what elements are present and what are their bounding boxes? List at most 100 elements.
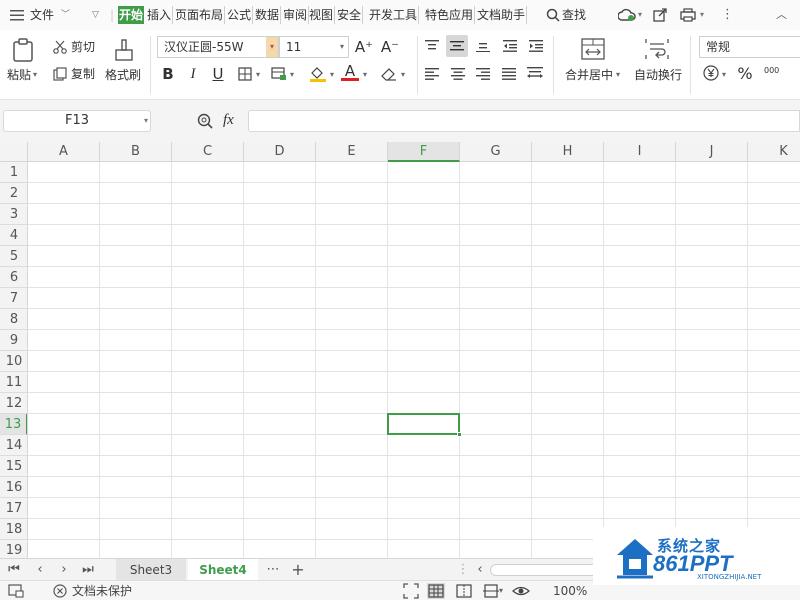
row-header[interactable]: 19 <box>0 540 27 558</box>
eye-protection-icon[interactable] <box>512 584 530 598</box>
tab-2[interactable]: 页面布局 <box>174 6 226 24</box>
cut-button[interactable]: 剪切 <box>71 40 95 54</box>
row-header[interactable]: 14 <box>0 435 27 456</box>
row-header[interactable]: 8 <box>0 309 27 330</box>
align-left-icon[interactable] <box>425 68 439 80</box>
scissors-icon[interactable] <box>53 40 67 54</box>
tab-1[interactable]: 插入 <box>146 6 174 24</box>
name-box[interactable]: F13 ▾ <box>3 110 151 132</box>
tab-9[interactable]: 特色应用 <box>424 6 476 24</box>
row-header[interactable]: 2 <box>0 183 27 204</box>
row-header[interactable]: 13 <box>0 414 27 435</box>
sheet-tab[interactable]: Sheet4 <box>188 559 258 581</box>
paste-button[interactable]: 粘贴 <box>7 68 31 82</box>
tab-4[interactable]: 数据 <box>254 6 282 24</box>
cloud-chevron-icon[interactable]: ▾ <box>638 0 642 30</box>
insert-function-button[interactable]: fx <box>223 113 234 128</box>
font-size-select[interactable]: 11 ▾ <box>279 36 349 58</box>
more-sheets-button[interactable]: ⋯ <box>263 559 283 581</box>
align-right-icon[interactable] <box>476 68 490 80</box>
format-painter-button[interactable]: 格式刷 <box>105 68 141 82</box>
cell-style-chevron-icon[interactable]: ▾ <box>290 68 294 82</box>
wrap-text-button[interactable]: 自动换行 <box>634 68 682 82</box>
column-header[interactable]: C <box>172 142 244 162</box>
tab-6[interactable]: 视图 <box>308 6 336 24</box>
column-header[interactable]: I <box>604 142 676 162</box>
font-color-chevron-icon[interactable]: ▾ <box>363 68 367 82</box>
fullscreen-icon[interactable] <box>403 583 419 599</box>
align-top-icon[interactable] <box>425 40 439 52</box>
formula-input[interactable] <box>248 110 800 132</box>
paste-icon[interactable] <box>12 38 34 62</box>
page-layout-view-icon[interactable] <box>482 583 500 599</box>
justify-icon[interactable] <box>502 68 516 80</box>
row-header[interactable]: 18 <box>0 519 27 540</box>
first-sheet-icon[interactable]: ⏮ <box>4 559 24 581</box>
grow-font-button[interactable]: A⁺ <box>353 36 375 58</box>
fill-color-chevron-icon[interactable]: ▾ <box>330 68 334 82</box>
row-header[interactable]: 16 <box>0 477 27 498</box>
percent-button[interactable]: % <box>734 63 756 85</box>
row-header[interactable]: 17 <box>0 498 27 519</box>
column-header[interactable]: A <box>28 142 100 162</box>
row-header[interactable]: 4 <box>0 225 27 246</box>
column-header[interactable]: J <box>676 142 748 162</box>
column-header[interactable]: D <box>244 142 316 162</box>
tab-0[interactable]: 开始 <box>118 6 145 24</box>
borders-chevron-icon[interactable]: ▾ <box>256 68 260 82</box>
prev-sheet-icon[interactable]: ‹ <box>30 559 50 581</box>
thousands-separator-button[interactable]: 000 <box>764 64 779 78</box>
normal-view-icon[interactable] <box>427 583 445 599</box>
clear-format-icon[interactable] <box>381 67 397 81</box>
column-header[interactable]: E <box>316 142 388 162</box>
row-header[interactable]: 7 <box>0 288 27 309</box>
cloud-sync-icon[interactable] <box>618 8 636 22</box>
row-header[interactable]: 15 <box>0 456 27 477</box>
print-icon[interactable] <box>680 8 696 22</box>
row-header[interactable]: 11 <box>0 372 27 393</box>
merge-center-icon[interactable] <box>581 38 605 60</box>
cell-grid[interactable] <box>28 162 800 558</box>
row-header[interactable]: 3 <box>0 204 27 225</box>
page-break-view-icon[interactable] <box>455 583 473 599</box>
row-header[interactable]: 1 <box>0 162 27 183</box>
font-size-chevron-icon[interactable]: ▾ <box>336 37 348 57</box>
align-middle-icon[interactable] <box>446 35 468 57</box>
tab-5[interactable]: 审阅 <box>282 6 310 24</box>
decrease-indent-icon[interactable] <box>503 40 517 52</box>
search-icon[interactable] <box>546 8 560 22</box>
macro-record-icon[interactable] <box>8 584 24 598</box>
horizontal-scrollbar[interactable] <box>490 564 600 576</box>
tab-8[interactable]: 开发工具 <box>368 6 420 24</box>
font-name-chevron-icon[interactable]: ▾ <box>266 37 278 57</box>
merge-center-chevron-icon[interactable]: ▾ <box>616 68 620 82</box>
row-header[interactable]: 6 <box>0 267 27 288</box>
cell-style-icon[interactable] <box>271 67 287 81</box>
row-header[interactable]: 9 <box>0 330 27 351</box>
paste-chevron-icon[interactable]: ▾ <box>33 68 37 82</box>
currency-chevron-icon[interactable]: ▾ <box>722 68 726 82</box>
tab-10[interactable]: 文档助手 <box>476 6 528 24</box>
tab-7[interactable]: 安全 <box>336 6 364 24</box>
file-menu-chevron-icon[interactable]: ﹀ <box>61 0 70 30</box>
zoom-level[interactable]: 100% <box>553 581 587 600</box>
fill-color-icon[interactable] <box>309 65 327 83</box>
column-header[interactable]: H <box>532 142 604 162</box>
row-header[interactable]: 12 <box>0 393 27 414</box>
sheet-tab[interactable]: Sheet3 <box>116 559 186 581</box>
row-header[interactable]: 5 <box>0 246 27 267</box>
align-bottom-icon[interactable] <box>476 40 490 52</box>
bold-button[interactable]: B <box>157 63 179 85</box>
add-sheet-button[interactable]: + <box>288 559 308 581</box>
wrap-text-icon[interactable] <box>645 38 669 60</box>
fill-handle[interactable] <box>457 432 462 437</box>
row-header[interactable]: 10 <box>0 351 27 372</box>
more-options-icon[interactable]: ⋮ <box>721 0 734 30</box>
name-box-chevron-icon[interactable]: ▾ <box>144 111 148 131</box>
underline-button[interactable]: U <box>207 63 229 85</box>
select-all-corner[interactable] <box>0 142 28 162</box>
collapse-ribbon-icon[interactable]: ︿ <box>776 0 787 30</box>
scroll-left-icon[interactable]: ‹ <box>470 559 490 581</box>
shrink-font-button[interactable]: A⁻ <box>379 36 401 58</box>
search-button[interactable]: 查找 <box>562 0 586 30</box>
